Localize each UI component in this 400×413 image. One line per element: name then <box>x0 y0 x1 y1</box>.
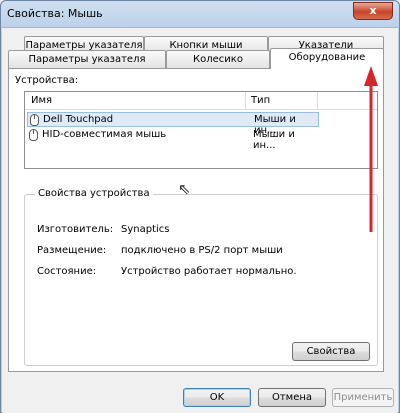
device-properties-group <box>24 194 378 366</box>
tab-pointer-options[interactable]: Параметры указателя <box>8 50 166 68</box>
devices-list-header: Имя Тип <box>25 92 377 110</box>
apply-button[interactable]: Применить <box>332 388 394 407</box>
status-value: Устройство работает нормально. <box>121 266 297 277</box>
mouse-icon <box>29 129 38 141</box>
column-type-header[interactable]: Тип <box>251 95 270 106</box>
manufacturer-value: Synaptics <box>121 224 170 235</box>
mouse-cursor-icon: ⇖ <box>178 180 191 198</box>
column-divider[interactable] <box>317 92 318 110</box>
location-value: подключено в PS/2 порт мыши <box>121 245 283 256</box>
device-name: Dell Touchpad <box>43 114 114 125</box>
devices-label: Устройства: <box>15 75 79 86</box>
close-button[interactable]: x <box>353 2 393 20</box>
tab-wheel[interactable]: Колесико <box>166 50 270 68</box>
device-properties-legend: Свойства устройства <box>35 188 153 199</box>
window-title: Свойства: Мышь <box>7 7 103 20</box>
device-type: Мыши и ин... <box>253 129 295 151</box>
list-item[interactable]: Dell Touchpad Мыши и ин... <box>27 112 319 136</box>
ok-button[interactable]: OK <box>183 388 251 407</box>
manufacturer-label: Изготовитель: <box>37 224 114 235</box>
tab-hardware[interactable]: Оборудование <box>270 48 384 69</box>
location-label: Размещение: <box>37 245 107 256</box>
cancel-button[interactable]: Отмена <box>258 388 326 407</box>
devices-list[interactable]: Имя Тип Dell Touchpad Мыши и ин... HID-с… <box>24 91 378 169</box>
column-name-header[interactable]: Имя <box>31 95 52 106</box>
device-name: HID-совместимая мышь <box>42 129 167 140</box>
status-label: Состояние: <box>37 266 97 277</box>
device-properties-button[interactable]: Свойства <box>292 342 370 361</box>
mouse-properties-window: Свойства: Мышь x Параметры указателя Кно… <box>0 0 400 413</box>
hardware-tab-panel: Устройства: Имя Тип Dell Touchpad Мыши и… <box>8 68 384 372</box>
mouse-icon <box>30 114 39 126</box>
list-item[interactable]: HID-совместимая мышь Мыши и ин... <box>27 128 319 151</box>
dialog-client-area: Параметры указателя Кнопки мыши Указател… <box>2 27 398 413</box>
title-bar[interactable]: Свойства: Мышь x <box>1 1 399 27</box>
column-divider[interactable] <box>245 92 246 110</box>
